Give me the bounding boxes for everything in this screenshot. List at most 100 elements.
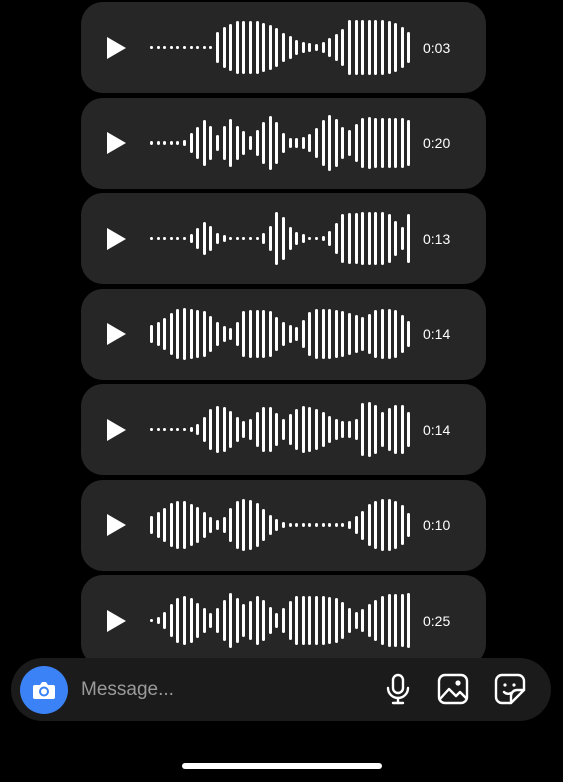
microphone-button[interactable] bbox=[381, 672, 415, 706]
waveform-bar bbox=[202, 311, 206, 357]
waveform-bar bbox=[156, 236, 160, 241]
waveform-bar bbox=[156, 45, 160, 50]
waveform-bar bbox=[341, 601, 345, 640]
play-icon[interactable] bbox=[107, 609, 126, 632]
sticker-button[interactable] bbox=[493, 672, 527, 706]
voice-message: 0:14 bbox=[81, 288, 486, 380]
waveform-bar bbox=[216, 31, 219, 64]
play-icon[interactable] bbox=[107, 514, 126, 536]
waveform-bar bbox=[381, 498, 384, 552]
waveform-bar bbox=[348, 520, 351, 530]
waveform-bar bbox=[242, 499, 246, 551]
waveform-bar bbox=[183, 308, 186, 360]
waveform-bar bbox=[282, 521, 285, 529]
waveform-bar bbox=[229, 328, 233, 340]
waveform-bar bbox=[400, 314, 404, 354]
waveform-bar bbox=[394, 594, 398, 647]
waveform-bar bbox=[209, 45, 213, 50]
waveform[interactable] bbox=[150, 2, 411, 93]
waveform-bar bbox=[328, 309, 332, 359]
waveform-bar bbox=[394, 22, 398, 73]
waveform-bar bbox=[387, 214, 391, 263]
gallery-button[interactable] bbox=[436, 672, 470, 706]
waveform[interactable] bbox=[150, 575, 411, 660]
waveform-bar bbox=[268, 225, 272, 252]
play-icon[interactable] bbox=[107, 36, 126, 59]
play-icon[interactable] bbox=[107, 132, 126, 154]
waveform-bar bbox=[163, 45, 167, 50]
waveform-bar bbox=[361, 510, 365, 540]
waveform-bar bbox=[367, 314, 371, 354]
waveform-bar bbox=[268, 407, 272, 452]
waveform-bar bbox=[249, 500, 252, 550]
duration-label: 0:13 bbox=[423, 230, 451, 247]
waveform-bar bbox=[295, 138, 299, 148]
waveform-bar bbox=[268, 25, 272, 70]
waveform-bar bbox=[361, 608, 365, 633]
waveform-bar bbox=[249, 21, 252, 74]
waveform-bar bbox=[169, 427, 173, 432]
play-icon[interactable] bbox=[107, 418, 126, 441]
waveform-bar bbox=[156, 512, 160, 538]
voice-message: 0:03 bbox=[81, 2, 486, 93]
waveform-bar bbox=[282, 217, 285, 260]
waveform-bar bbox=[381, 596, 384, 645]
waveform-bar bbox=[255, 309, 259, 359]
waveform-bar bbox=[354, 419, 358, 440]
waveform-bar bbox=[163, 611, 167, 630]
waveform-bar bbox=[262, 23, 266, 72]
waveform-bar bbox=[288, 523, 292, 527]
waveform-bar bbox=[229, 23, 233, 72]
waveform-bar bbox=[334, 119, 338, 167]
duration-label: 0:20 bbox=[423, 135, 451, 151]
waveform-bar bbox=[163, 507, 167, 543]
waveform-bar bbox=[381, 19, 384, 76]
waveform-bar bbox=[242, 236, 246, 241]
waveform-bar bbox=[262, 406, 266, 453]
waveform[interactable] bbox=[150, 480, 411, 571]
waveform[interactable] bbox=[150, 289, 411, 380]
waveform-bar bbox=[334, 33, 338, 62]
waveform-bar bbox=[163, 236, 167, 241]
waveform-bar bbox=[295, 231, 299, 246]
waveform[interactable] bbox=[150, 193, 411, 284]
waveform[interactable] bbox=[150, 98, 411, 189]
waveform-bar bbox=[321, 119, 325, 167]
waveform-bar bbox=[189, 133, 193, 153]
waveform-bar bbox=[328, 115, 332, 171]
waveform-bar bbox=[169, 45, 173, 50]
waveform[interactable] bbox=[150, 384, 411, 475]
waveform-bar bbox=[288, 226, 292, 251]
waveform-bar bbox=[235, 236, 239, 241]
camera-button[interactable] bbox=[20, 666, 68, 714]
waveform-bar bbox=[308, 311, 312, 357]
waveform-bar bbox=[321, 411, 325, 448]
message-input[interactable] bbox=[79, 672, 373, 708]
waveform-bar bbox=[361, 118, 365, 168]
waveform-bar bbox=[341, 420, 345, 439]
waveform-bar bbox=[381, 212, 384, 265]
waveform-bar bbox=[334, 419, 338, 440]
waveform-bar bbox=[387, 20, 391, 75]
waveform-bar bbox=[150, 236, 153, 241]
waveform-bar bbox=[354, 611, 358, 630]
waveform-bar bbox=[183, 139, 186, 147]
waveform-bar bbox=[400, 594, 404, 647]
waveform-bar bbox=[374, 500, 378, 550]
waveform-bar bbox=[301, 234, 305, 243]
play-icon[interactable] bbox=[107, 227, 126, 250]
waveform-bar bbox=[169, 312, 173, 356]
waveform-bar bbox=[222, 235, 226, 242]
waveform-bar bbox=[321, 523, 325, 527]
waveform-bar bbox=[354, 19, 358, 76]
waveform-bar bbox=[374, 19, 378, 76]
waveform-bar bbox=[334, 598, 338, 643]
waveform-bar bbox=[288, 138, 292, 148]
waveform-bar bbox=[282, 33, 285, 62]
waveform-bar bbox=[242, 21, 246, 74]
waveform-bar bbox=[229, 236, 233, 241]
play-icon[interactable] bbox=[107, 323, 126, 345]
waveform-bar bbox=[156, 617, 160, 624]
waveform-bar bbox=[288, 36, 292, 59]
waveform-bar bbox=[341, 523, 345, 527]
